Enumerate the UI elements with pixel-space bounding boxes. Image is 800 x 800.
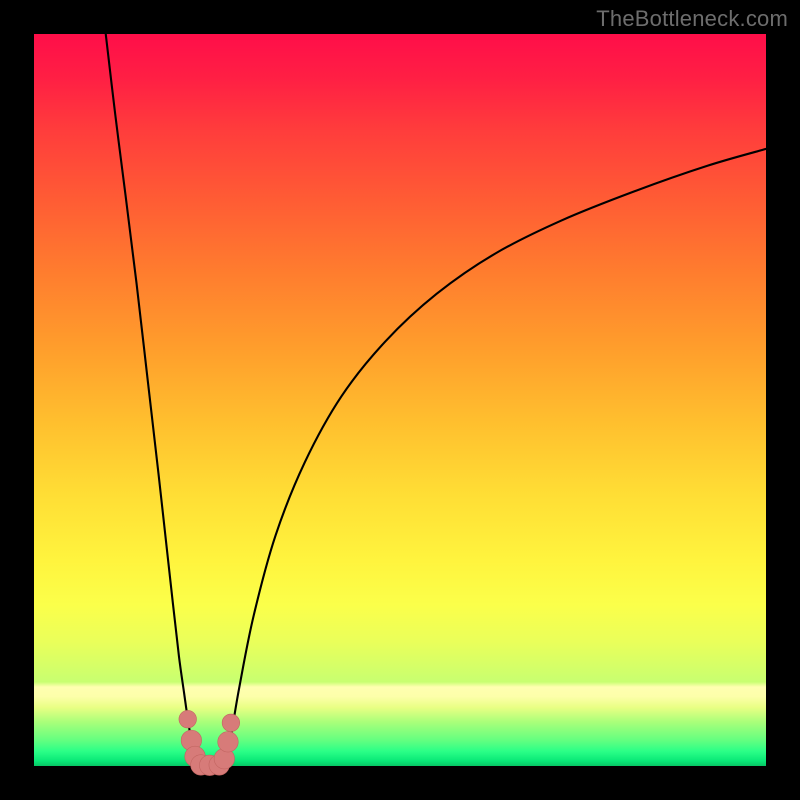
data-markers [179, 710, 240, 775]
chart-svg [34, 34, 766, 766]
plot-area [34, 34, 766, 766]
data-marker [218, 732, 238, 752]
curve-right-branch [224, 149, 766, 765]
chart-frame: TheBottleneck.com [0, 0, 800, 800]
data-marker [179, 710, 197, 728]
watermark-text: TheBottleneck.com [596, 6, 788, 32]
data-marker [222, 714, 240, 732]
curve-left-branch [106, 34, 197, 765]
